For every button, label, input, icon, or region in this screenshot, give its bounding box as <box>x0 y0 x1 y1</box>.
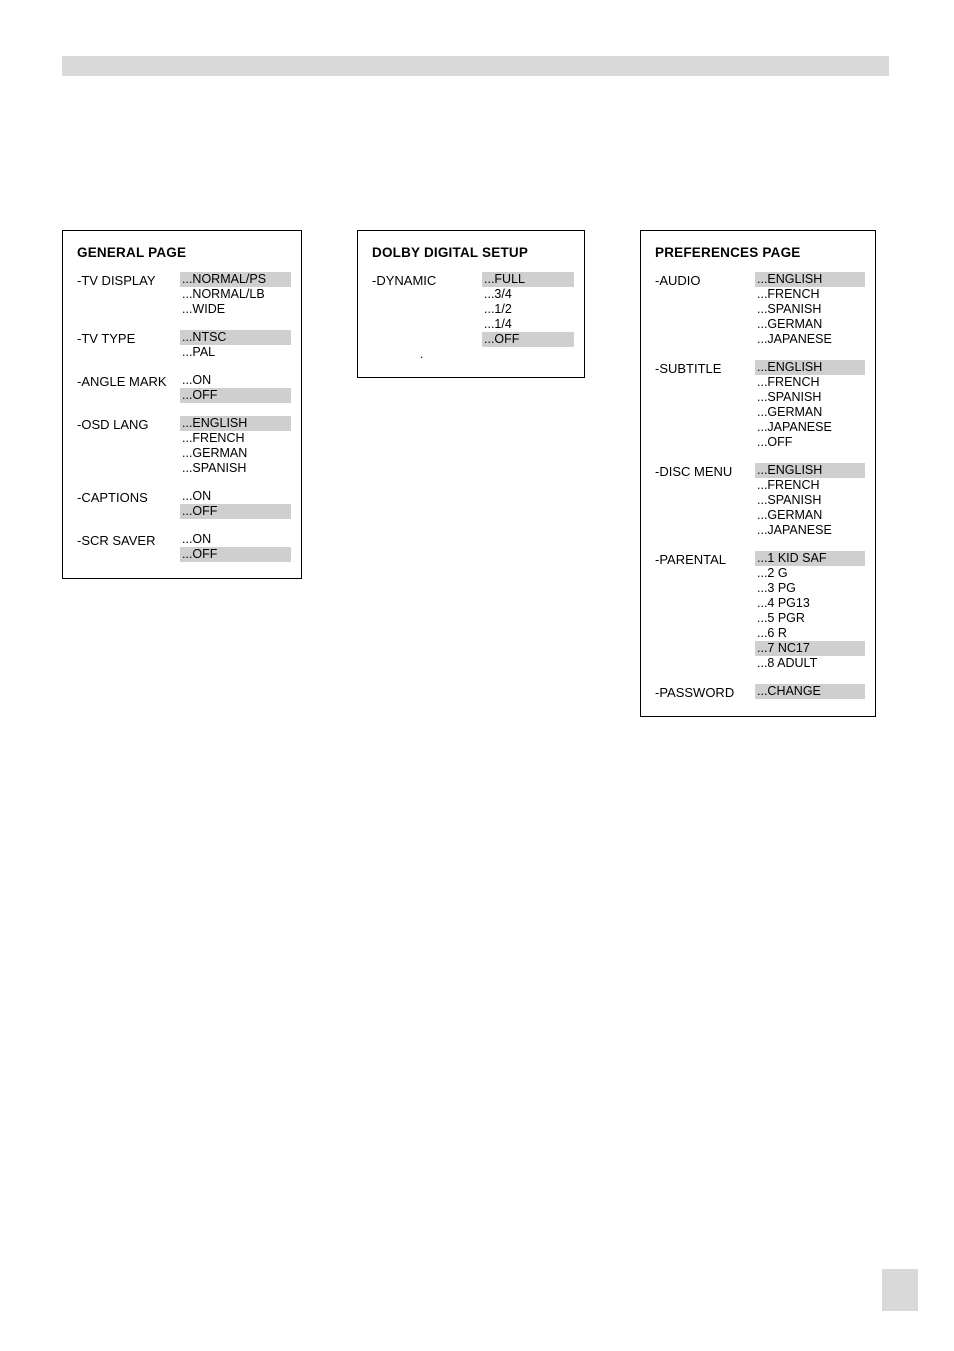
setting-option[interactable]: ...1/2 <box>482 302 574 317</box>
setting-option[interactable]: ...5 PGR <box>755 611 865 626</box>
setting-option[interactable]: ...FRENCH <box>755 375 865 390</box>
setting-options: ...ENGLISH...FRENCH...SPANISH...GERMAN..… <box>755 360 865 450</box>
setting-options: ...1 KID SAF...2 G...3 PG...4 PG13...5 P… <box>755 551 865 671</box>
setting-option[interactable]: ...ENGLISH <box>755 272 865 287</box>
setting-option[interactable]: ...7 NC17 <box>755 641 865 656</box>
setting-option[interactable]: ...1 KID SAF <box>755 551 865 566</box>
setting-option[interactable]: ...FRENCH <box>755 287 865 302</box>
panel2-dot: . <box>372 347 574 361</box>
setting-options: ...CHANGE <box>755 684 865 699</box>
setting-option[interactable]: ...ENGLISH <box>755 360 865 375</box>
setting-label: -PASSWORD <box>655 684 755 700</box>
setting-options: ...ENGLISH...FRENCH...SPANISH...GERMAN..… <box>755 463 865 538</box>
setting-group: -PARENTAL...1 KID SAF...2 G...3 PG...4 P… <box>655 551 865 671</box>
panel-title-preferences: PREFERENCES PAGE <box>655 245 865 260</box>
setting-option[interactable]: ...GERMAN <box>755 405 865 420</box>
setting-option[interactable]: ...8 ADULT <box>755 656 865 671</box>
setting-group: -SUBTITLE...ENGLISH...FRENCH...SPANISH..… <box>655 360 865 450</box>
setting-option[interactable]: ...JAPANESE <box>755 332 865 347</box>
setting-label: -TV DISPLAY <box>77 272 180 288</box>
setting-label: -DYNAMIC <box>372 272 482 288</box>
setting-option[interactable]: ...2 G <box>755 566 865 581</box>
setting-label: -AUDIO <box>655 272 755 288</box>
general-page-panel: GENERAL PAGE -TV DISPLAY...NORMAL/PS...N… <box>62 230 302 579</box>
setting-option[interactable]: ...JAPANESE <box>755 523 865 538</box>
setting-option[interactable]: ...3/4 <box>482 287 574 302</box>
setting-option[interactable]: ...PAL <box>180 345 291 360</box>
header-bar <box>62 56 889 76</box>
setting-option[interactable]: ...OFF <box>180 504 291 519</box>
setting-options: ...NTSC...PAL <box>180 330 291 360</box>
setting-options: ...ENGLISH...FRENCH...GERMAN...SPANISH <box>180 416 291 476</box>
panel3-groups: -AUDIO...ENGLISH...FRENCH...SPANISH...GE… <box>655 272 865 700</box>
setting-label: -SCR SAVER <box>77 532 180 548</box>
setting-option[interactable]: ...GERMAN <box>180 446 291 461</box>
setting-option[interactable]: ...SPANISH <box>180 461 291 476</box>
setting-options: ...ON...OFF <box>180 532 291 562</box>
setting-group: -OSD LANG...ENGLISH...FRENCH...GERMAN...… <box>77 416 291 476</box>
setting-option[interactable]: ...OFF <box>180 388 291 403</box>
setting-option[interactable]: ...4 PG13 <box>755 596 865 611</box>
setting-group: -ANGLE MARK...ON...OFF <box>77 373 291 403</box>
setting-option[interactable]: ...FRENCH <box>755 478 865 493</box>
setting-option[interactable]: ...3 PG <box>755 581 865 596</box>
setting-option[interactable]: ...NTSC <box>180 330 291 345</box>
setting-option[interactable]: ...6 R <box>755 626 865 641</box>
setting-options: ...ENGLISH...FRENCH...SPANISH...GERMAN..… <box>755 272 865 347</box>
setting-option[interactable]: ...SPANISH <box>755 302 865 317</box>
setting-options: ...ON...OFF <box>180 489 291 519</box>
panel-title-general: GENERAL PAGE <box>77 245 291 260</box>
panel1-groups: -TV DISPLAY...NORMAL/PS...NORMAL/LB...WI… <box>77 272 291 562</box>
panel-title-dolby: DOLBY DIGITAL SETUP <box>372 245 574 260</box>
setting-option[interactable]: ...GERMAN <box>755 317 865 332</box>
setting-group: -DYNAMIC...FULL...3/4...1/2...1/4...OFF <box>372 272 574 347</box>
setting-option[interactable]: ...ENGLISH <box>180 416 291 431</box>
setting-option[interactable]: ...SPANISH <box>755 493 865 508</box>
setting-option[interactable]: ...WIDE <box>180 302 291 317</box>
setting-label: -ANGLE MARK <box>77 373 180 389</box>
setting-group: -TV DISPLAY...NORMAL/PS...NORMAL/LB...WI… <box>77 272 291 317</box>
setting-option[interactable]: ...ON <box>180 373 291 388</box>
setting-option[interactable]: ...OFF <box>755 435 865 450</box>
preferences-page-panel: PREFERENCES PAGE -AUDIO...ENGLISH...FREN… <box>640 230 876 717</box>
setting-label: -CAPTIONS <box>77 489 180 505</box>
setting-option[interactable]: ...FULL <box>482 272 574 287</box>
setting-group: -PASSWORD...CHANGE <box>655 684 865 700</box>
setting-label: -PARENTAL <box>655 551 755 567</box>
setting-option[interactable]: ...OFF <box>180 547 291 562</box>
setting-label: -SUBTITLE <box>655 360 755 376</box>
setting-option[interactable]: ...NORMAL/LB <box>180 287 291 302</box>
setting-option[interactable]: ...ON <box>180 489 291 504</box>
setting-option[interactable]: ...SPANISH <box>755 390 865 405</box>
setting-option[interactable]: ...GERMAN <box>755 508 865 523</box>
setting-option[interactable]: ...NORMAL/PS <box>180 272 291 287</box>
setting-label: -OSD LANG <box>77 416 180 432</box>
setting-option[interactable]: ...CHANGE <box>755 684 865 699</box>
setting-option[interactable]: ...ON <box>180 532 291 547</box>
setting-options: ...NORMAL/PS...NORMAL/LB...WIDE <box>180 272 291 317</box>
panel2-groups: -DYNAMIC...FULL...3/4...1/2...1/4...OFF <box>372 272 574 347</box>
setting-option[interactable]: ...ENGLISH <box>755 463 865 478</box>
setting-option[interactable]: ...1/4 <box>482 317 574 332</box>
setting-label: -DISC MENU <box>655 463 755 479</box>
setting-option[interactable]: ...FRENCH <box>180 431 291 446</box>
dolby-digital-setup-panel: DOLBY DIGITAL SETUP -DYNAMIC...FULL...3/… <box>357 230 585 378</box>
page-number-box <box>882 1269 918 1311</box>
setting-group: -SCR SAVER...ON...OFF <box>77 532 291 562</box>
setting-option[interactable]: ...OFF <box>482 332 574 347</box>
setting-option[interactable]: ...JAPANESE <box>755 420 865 435</box>
setting-group: -DISC MENU...ENGLISH...FRENCH...SPANISH.… <box>655 463 865 538</box>
setting-options: ...FULL...3/4...1/2...1/4...OFF <box>482 272 574 347</box>
setting-group: -CAPTIONS...ON...OFF <box>77 489 291 519</box>
setting-options: ...ON...OFF <box>180 373 291 403</box>
setting-label: -TV TYPE <box>77 330 180 346</box>
setting-group: -TV TYPE...NTSC...PAL <box>77 330 291 360</box>
setting-group: -AUDIO...ENGLISH...FRENCH...SPANISH...GE… <box>655 272 865 347</box>
columns-wrapper: GENERAL PAGE -TV DISPLAY...NORMAL/PS...N… <box>62 230 876 717</box>
